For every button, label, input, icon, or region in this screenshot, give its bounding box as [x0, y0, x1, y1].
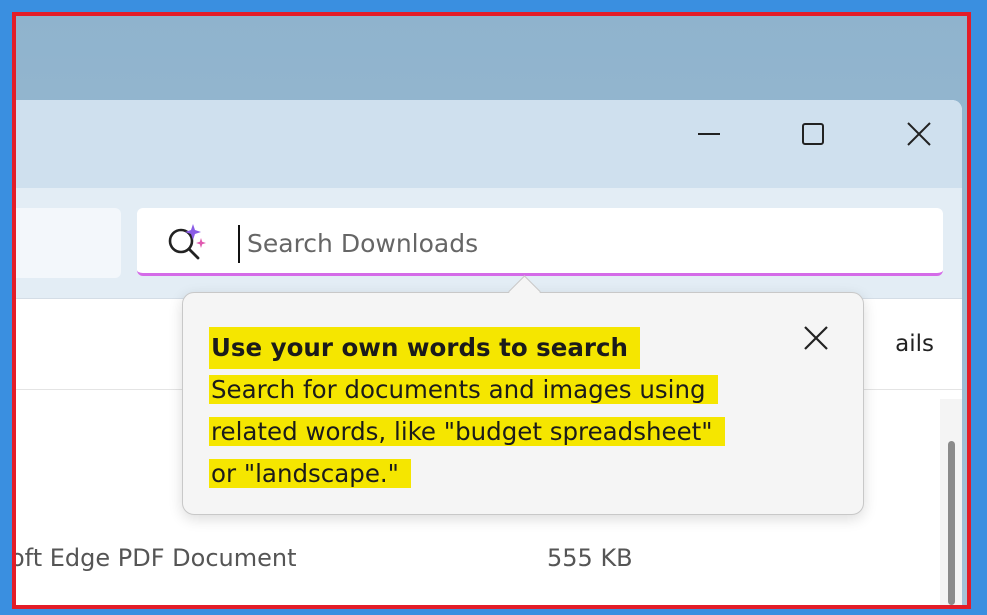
file-size-cell: 555 KB: [547, 544, 633, 572]
search-teaching-tip: Use your own words to search Search for …: [182, 275, 864, 515]
close-window-button[interactable]: [896, 114, 942, 154]
ai-search-sparkle-icon[interactable]: [163, 222, 209, 264]
tip-content: Use your own words to search Search for …: [209, 327, 725, 495]
scrollbar-thumb[interactable]: [948, 441, 955, 605]
tip-body-line: related words, like "budget spreadsheet": [209, 417, 725, 446]
tip-title: Use your own words to search: [209, 327, 640, 369]
maximize-button[interactable]: [790, 114, 836, 154]
minimize-icon: [698, 133, 720, 135]
address-bar[interactable]: [16, 208, 121, 278]
maximize-icon: [802, 123, 824, 145]
close-icon: [804, 326, 828, 350]
tip-body-line: or "landscape.": [209, 459, 411, 488]
search-box[interactable]: [137, 208, 943, 276]
minimize-button[interactable]: [686, 114, 732, 154]
file-type-cell: oft Edge PDF Document: [16, 544, 297, 572]
close-icon: [907, 122, 931, 146]
toolbar: [16, 188, 962, 299]
search-input[interactable]: [245, 220, 909, 266]
text-caret: [238, 225, 240, 263]
details-header-label[interactable]: ails: [895, 331, 934, 357]
table-row[interactable]: oft Edge PDF Document 555 KB: [16, 534, 962, 584]
title-bar: [16, 100, 962, 188]
tip-body-line: Search for documents and images using: [209, 375, 718, 404]
tip-close-button[interactable]: [799, 321, 833, 355]
